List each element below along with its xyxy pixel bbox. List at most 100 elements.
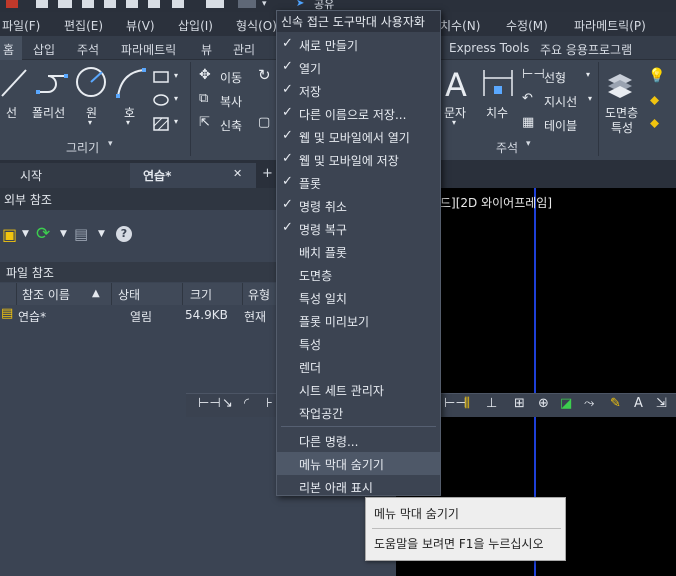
column-header-size[interactable]: 크기 — [190, 286, 212, 303]
circle-dropdown-icon[interactable]: ▾ — [88, 118, 92, 127]
menu-item-batch-plot[interactable]: 배치 플롯 — [277, 240, 440, 263]
table-icon[interactable]: ▦ — [522, 115, 534, 130]
layer-properties-label-2[interactable]: 특성 — [611, 119, 633, 136]
dim-text-edit-icon[interactable]: A — [634, 396, 643, 411]
open-file-icon[interactable] — [58, 0, 72, 8]
rotate-icon[interactable]: ↻ — [258, 66, 271, 84]
xref-palette-titlebar[interactable]: 외부 참조 — [0, 188, 280, 210]
app-menu-icon[interactable] — [6, 0, 18, 8]
polyline-icon[interactable] — [34, 66, 70, 100]
column-header-type[interactable]: 유형 — [248, 286, 270, 303]
file-tab-active[interactable]: 연습* ✕ — [130, 163, 256, 188]
new-file-icon[interactable] — [36, 0, 48, 8]
line-icon[interactable] — [0, 66, 28, 100]
tab-express-tools[interactable]: Express Tools — [449, 41, 529, 55]
linear-dim-icon[interactable]: ⊢⊣ — [198, 396, 221, 411]
copy-tool-label[interactable]: 복사 — [220, 93, 242, 110]
rectangle-icon[interactable] — [152, 70, 170, 84]
menu-insert[interactable]: 삽입(I) — [178, 17, 213, 34]
dim-space-icon[interactable]: ⫼ — [464, 396, 470, 411]
center-mark-icon[interactable]: ⊕ — [538, 396, 549, 411]
text-dropdown-icon[interactable]: ▾ — [452, 118, 456, 127]
menu-item-save-as[interactable]: ✓ 다른 이름으로 저장... — [277, 102, 440, 125]
change-path-dropdown-icon[interactable]: ▼ — [98, 229, 105, 239]
refresh-icon[interactable]: ⟳ — [36, 224, 50, 244]
move-icon[interactable]: ✥ — [199, 67, 211, 83]
viewport-controls-label[interactable]: 드][2D 와이어프레임] — [440, 194, 552, 211]
draw-panel-title[interactable]: 그리기 — [66, 139, 99, 156]
menu-item-open[interactable]: ✓ 열기 — [277, 56, 440, 79]
stretch-icon[interactable]: ⇱ — [199, 115, 210, 130]
menu-item-hide-menubar[interactable]: 메뉴 막대 숨기기 — [277, 452, 440, 475]
menu-item-plot-preview[interactable]: 플롯 미리보기 — [277, 309, 440, 332]
sort-ascending-icon[interactable]: ▲ — [92, 288, 100, 299]
menu-edit[interactable]: 편집(E) — [64, 17, 103, 34]
menu-item-plot[interactable]: ✓ 플롯 — [277, 171, 440, 194]
annotation-panel-title[interactable]: 주석 — [496, 139, 518, 156]
draw-panel-expand-icon[interactable]: ▾ — [108, 139, 113, 149]
aligned-dim-icon[interactable]: ↘ — [222, 396, 233, 411]
save-icon[interactable] — [82, 0, 94, 8]
customize-dropdown-icon[interactable]: ▾ — [262, 0, 272, 9]
menu-item-more-commands[interactable]: 다른 명령... — [277, 429, 440, 452]
column-header-name[interactable]: 참조 이름 — [22, 286, 70, 303]
menu-view[interactable]: 뷰(V) — [126, 17, 155, 34]
save-as-icon[interactable] — [104, 0, 116, 8]
layer-on-icon[interactable]: 💡 — [648, 68, 665, 84]
refresh-dropdown-icon[interactable]: ▼ — [60, 229, 67, 239]
tab-annotate[interactable]: 주석 — [77, 41, 99, 58]
stretch-tool-label[interactable]: 신축 — [220, 117, 242, 134]
menu-dimension[interactable]: 치수(N) — [440, 17, 480, 34]
table-row[interactable]: ▤ 연습* 열림 54.9KB 현재 — [0, 305, 280, 327]
new-tab-icon[interactable]: + — [262, 166, 273, 181]
menu-item-render[interactable]: 렌더 — [277, 355, 440, 378]
linear-tool-label[interactable]: 선형 — [544, 69, 566, 86]
tab-parametric[interactable]: 파라메트릭 — [121, 41, 176, 58]
dimension-tool-label[interactable]: 치수 — [486, 104, 508, 121]
menu-item-open-web-mobile[interactable]: ✓ 웹 및 모바일에서 열기 — [277, 125, 440, 148]
jogged-linear-icon[interactable]: ⤳ — [584, 396, 594, 411]
layer-freeze-icon[interactable]: ⬥ — [650, 116, 659, 131]
text-icon[interactable]: A — [443, 66, 471, 102]
dim-update-icon[interactable]: ⇲ — [656, 396, 667, 411]
web-save-icon[interactable] — [148, 0, 160, 8]
leader-dropdown-icon[interactable]: ▾ — [588, 94, 592, 103]
dim-break-icon[interactable]: ⊥ — [486, 396, 497, 411]
menu-item-match-properties[interactable]: 특성 일치 — [277, 286, 440, 309]
menu-item-properties[interactable]: 특성 — [277, 332, 440, 355]
arc-icon[interactable] — [114, 66, 148, 100]
linear-icon[interactable]: ⊢⊣ — [522, 67, 545, 82]
ordinate-dim-icon[interactable]: ⊦ — [266, 396, 273, 411]
mirror-icon[interactable]: ▢ — [258, 115, 270, 130]
change-path-icon[interactable]: ▤ — [74, 225, 88, 243]
help-icon[interactable]: ? — [116, 226, 132, 242]
menu-item-sheet-set-manager[interactable]: 시트 세트 관리자 — [277, 378, 440, 401]
menu-item-show-below-ribbon[interactable]: 리본 아래 표시 — [277, 475, 440, 498]
menu-item-save-web-mobile[interactable]: ✓ 웹 및 모바일에 저장 — [277, 148, 440, 171]
menu-item-undo[interactable]: ✓ 명령 취소 — [277, 194, 440, 217]
menu-modify[interactable]: 수정(M) — [506, 17, 548, 34]
menu-item-layer[interactable]: 도면층 — [277, 263, 440, 286]
tab-home[interactable]: 홈 — [3, 41, 14, 58]
tab-manage[interactable]: 관리 — [233, 41, 255, 58]
menu-parametric[interactable]: 파라메트릭(P) — [574, 17, 646, 34]
hatch-dropdown-icon[interactable]: ▾ — [174, 117, 178, 126]
web-open-icon[interactable] — [126, 0, 138, 8]
linear-dropdown-icon[interactable]: ▾ — [586, 70, 590, 79]
menu-item-save[interactable]: ✓ 저장 — [277, 79, 440, 102]
tab-featured-apps[interactable]: 주요 응용프로그램 — [540, 41, 632, 58]
attach-dropdown-icon[interactable]: ▼ — [22, 229, 29, 239]
ellipse-dropdown-icon[interactable]: ▾ — [174, 94, 178, 103]
menu-file[interactable]: 파일(F) — [2, 17, 40, 34]
column-header-status[interactable]: 상태 — [118, 286, 140, 303]
close-tab-icon[interactable]: ✕ — [233, 167, 242, 180]
share-icon[interactable]: ➤ — [296, 0, 308, 9]
tolerance-icon[interactable]: ⊞ — [514, 396, 525, 411]
dim-edit-icon[interactable]: ✎ — [610, 396, 621, 411]
polyline-tool-label[interactable]: 폴리선 — [32, 104, 65, 121]
tab-insert[interactable]: 삽입 — [33, 41, 55, 58]
menu-format[interactable]: 형식(O) — [236, 17, 277, 34]
redo-icon[interactable] — [238, 0, 256, 8]
arc-length-dim-icon[interactable]: ◜ — [244, 396, 249, 411]
inspect-icon[interactable]: ◪ — [560, 396, 572, 411]
